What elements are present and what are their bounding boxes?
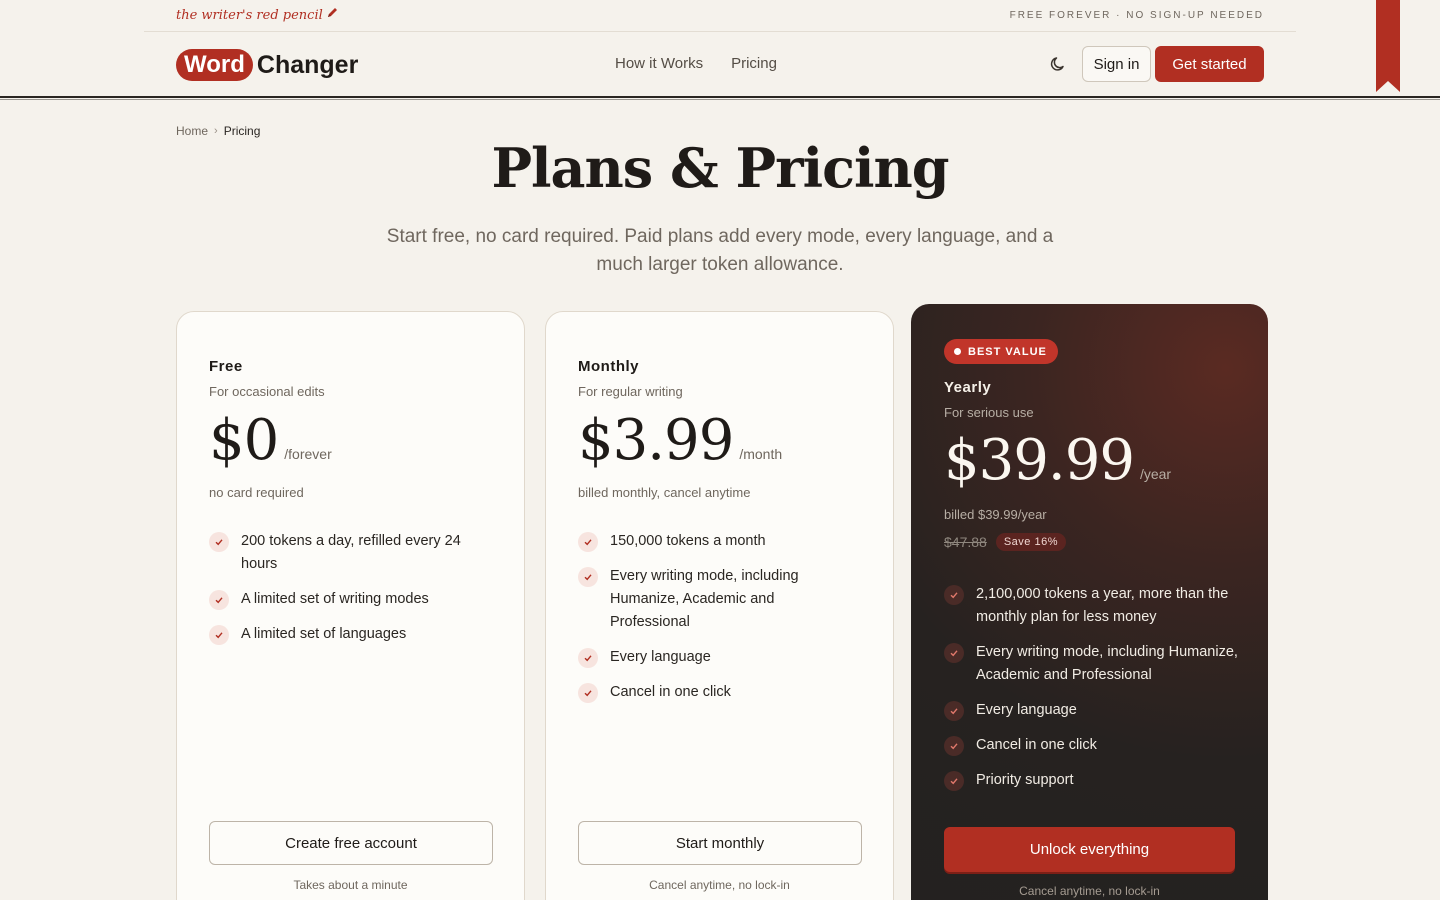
- check-icon: [578, 567, 598, 587]
- get-started-button[interactable]: Get started: [1155, 46, 1264, 82]
- site-header: Word Changer How it Works Pricing Sign i…: [0, 32, 1440, 96]
- price-row: $39.99 /year: [944, 428, 1171, 493]
- best-value-badge: BEST VALUE: [944, 339, 1058, 364]
- nav-how-it-works[interactable]: How it Works: [615, 55, 703, 72]
- plan-name: Yearly: [944, 379, 992, 396]
- check-icon: [578, 532, 598, 552]
- check-icon: [944, 701, 964, 721]
- top-strip: the writer's red pencil FREE FOREVER · N…: [144, 0, 1296, 32]
- header-divider: [0, 96, 1440, 98]
- logo-word: Word: [176, 49, 253, 81]
- billing-note: billed monthly, cancel anytime: [578, 485, 751, 500]
- feature-item: 150,000 tokens a month: [578, 530, 840, 553]
- page-title: Plans & Pricing: [491, 136, 949, 200]
- pencil-icon: [326, 6, 339, 23]
- feature-item: 200 tokens a day, refilled every 24 hour…: [209, 530, 464, 576]
- feature-list: 200 tokens a day, refilled every 24 hour…: [209, 530, 464, 658]
- feature-item: Every language: [578, 646, 840, 669]
- price-row: $3.99 /month: [578, 408, 782, 473]
- billing-note: billed $39.99/year: [944, 507, 1047, 522]
- plan-price: $0: [209, 408, 279, 473]
- check-icon: [944, 771, 964, 791]
- feature-item: Every writing mode, including Humanize, …: [578, 565, 840, 634]
- feature-item: 2,100,000 tokens a year, more than the m…: [944, 583, 1239, 629]
- unlock-everything-button[interactable]: Unlock everything: [944, 827, 1235, 872]
- check-icon: [944, 585, 964, 605]
- cta-note: Cancel anytime, no lock-in: [649, 878, 790, 892]
- plan-price: $39.99: [944, 428, 1135, 493]
- main-nav: How it Works Pricing: [615, 55, 777, 72]
- feature-item: Priority support: [944, 769, 1239, 792]
- check-icon: [209, 532, 229, 552]
- plan-description: For serious use: [944, 405, 1034, 420]
- check-icon: [944, 736, 964, 756]
- logo-changer: Changer: [256, 50, 359, 79]
- check-icon: [209, 590, 229, 610]
- feature-item: Every writing mode, including Humanize, …: [944, 641, 1239, 687]
- free-notice: FREE FOREVER · NO SIGN-UP NEEDED: [1009, 10, 1264, 21]
- feature-item: A limited set of writing modes: [209, 588, 464, 611]
- check-icon: [944, 643, 964, 663]
- page-subtitle: Start free, no card required. Paid plans…: [386, 226, 1054, 275]
- savings-row: $47.88 Save 16%: [944, 533, 1066, 551]
- dot-icon: [954, 348, 961, 355]
- billing-note: no card required: [209, 485, 304, 500]
- feature-list: 150,000 tokens a month Every writing mod…: [578, 530, 840, 716]
- plan-period: /forever: [284, 446, 332, 462]
- plan-description: For occasional edits: [209, 384, 325, 399]
- feature-item: Cancel in one click: [578, 681, 840, 704]
- cta-note: Takes about a minute: [293, 878, 408, 892]
- check-icon: [209, 625, 229, 645]
- create-free-account-button[interactable]: Create free account: [209, 821, 493, 865]
- price-row: $0 /forever: [209, 408, 332, 473]
- feature-list: 2,100,000 tokens a year, more than the m…: [944, 583, 1239, 804]
- plan-period: /year: [1139, 466, 1172, 482]
- plan-price: $3.99: [578, 408, 734, 473]
- plan-period: /month: [739, 446, 783, 462]
- feature-item: Cancel in one click: [944, 734, 1239, 757]
- save-badge: Save 16%: [995, 533, 1066, 551]
- logo[interactable]: Word Changer: [176, 48, 358, 82]
- plan-description: For regular writing: [578, 384, 683, 399]
- sign-in-button[interactable]: Sign in: [1082, 46, 1151, 82]
- plan-name: Free: [209, 358, 243, 375]
- moon-icon[interactable]: [1048, 54, 1068, 74]
- check-icon: [578, 648, 598, 668]
- feature-item: Every language: [944, 699, 1239, 722]
- check-icon: [578, 683, 598, 703]
- plan-card-monthly: Monthly For regular writing $3.99 /month…: [545, 311, 894, 900]
- start-monthly-button[interactable]: Start monthly: [578, 821, 862, 865]
- plan-card-free: Free For occasional edits $0 /forever no…: [176, 311, 525, 900]
- plan-card-yearly: BEST VALUE Yearly For serious use $39.99…: [911, 304, 1268, 900]
- plan-name: Monthly: [578, 358, 639, 375]
- header-divider-thin: [0, 99, 1440, 100]
- cta-note: Cancel anytime, no lock-in: [1019, 884, 1160, 898]
- old-price: $47.88: [944, 534, 987, 550]
- feature-item: A limited set of languages: [209, 623, 464, 646]
- tagline: the writer's red pencil: [176, 6, 339, 23]
- nav-pricing[interactable]: Pricing: [731, 55, 777, 72]
